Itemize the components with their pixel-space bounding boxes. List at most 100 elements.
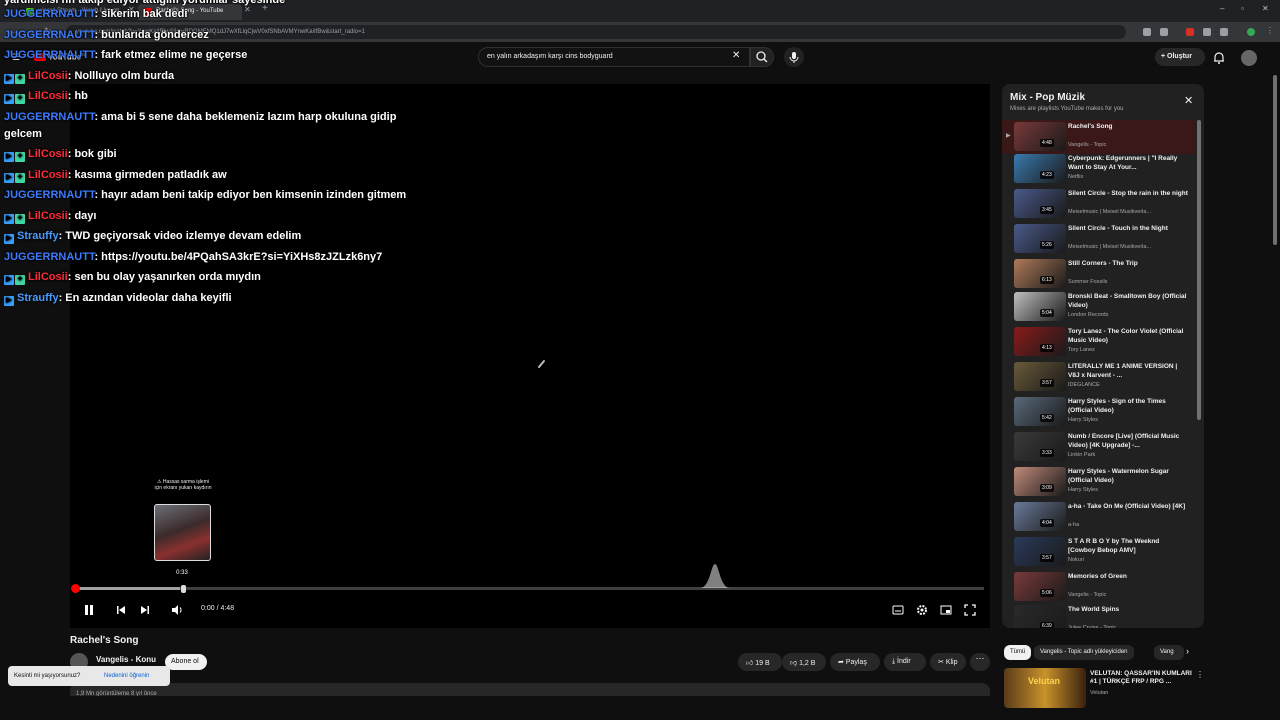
playlist-item[interactable]: 3:57 LITERALLY ME 1 ANIME VERSION | V8J x… [1002, 360, 1196, 394]
bookmark-star-icon[interactable] [1160, 28, 1168, 36]
download-button[interactable]: ⤓ İndir [884, 653, 926, 671]
toast-learn-link[interactable]: Nedenini öğrenin [104, 673, 149, 679]
playlist-index: ▶ [1006, 133, 1011, 139]
playlist-item-title[interactable]: LITERALLY ME 1 ANIME VERSION | V8J x Nar… [1068, 362, 1188, 380]
playlist-item-title[interactable]: Rachel's Song [1068, 122, 1188, 131]
playlist-item[interactable]: 5:06 Memories of Green Vangelis - Topic [1002, 570, 1196, 604]
recommended-title[interactable]: VELUTAN: QASSAR'IN KUMLARI #1 | TÜRKÇE F… [1090, 670, 1194, 686]
subscriber-badge-icon: ▶ [4, 94, 14, 104]
playlist-item-title[interactable]: Silent Circle - Stop the rain in the nig… [1068, 189, 1188, 198]
chat-username[interactable]: JUGGERRNAUTT [4, 49, 94, 61]
chip-next-chevron-icon[interactable]: › [1186, 646, 1189, 656]
playlist-item-title[interactable]: Cyberpunk: Edgerunners | "I Really Want … [1068, 154, 1188, 172]
playlist-item[interactable]: 6:13 Still Corners - The Trip Summer Fossi… [1002, 257, 1196, 291]
chat-username[interactable]: LilCosii [28, 169, 68, 181]
progress-bar[interactable] [76, 587, 984, 590]
chat-username[interactable]: JUGGERRNAUTT [4, 8, 94, 20]
gifter-badge-icon: ✦ [15, 94, 25, 104]
close-window-icon[interactable]: ✕ [1262, 4, 1269, 13]
search-button[interactable] [750, 47, 774, 67]
profile-icon[interactable] [1247, 28, 1255, 36]
playlist-item[interactable]: 3:57 S T A R B O Y by The Weeknd [Cowboy … [1002, 535, 1196, 569]
playlist-item-title[interactable]: Harry Styles - Sign of the Times (Offici… [1068, 397, 1188, 415]
playlist-item-title[interactable]: Memories of Green [1068, 572, 1188, 581]
chat-username[interactable]: JUGGERRNAUTT [4, 251, 94, 263]
extension-icon[interactable] [1186, 28, 1194, 36]
playlist-item-channel: Meiselmusic | Meisel Musikverla... [1068, 244, 1152, 250]
filter-chip[interactable]: Vangelis - Topic adlı yükleyiciden [1034, 645, 1134, 660]
chat-username[interactable]: JUGGERRNAUTT [4, 189, 94, 201]
minimize-icon[interactable]: – [1220, 4, 1224, 13]
extensions-puzzle-icon[interactable] [1220, 28, 1228, 36]
next-track-icon[interactable] [139, 603, 151, 617]
cast-icon[interactable] [1143, 28, 1151, 36]
recommended-thumbnail[interactable]: Velutan [1004, 668, 1086, 708]
settings-gear-icon[interactable] [915, 603, 929, 617]
playlist-item[interactable]: 3:45 Silent Circle - Stop the rain in the… [1002, 187, 1196, 221]
playlist-scrollbar[interactable] [1197, 120, 1201, 420]
playlist-item[interactable]: ▶ 4:48 Rachel's Song Vangelis - Topic [1002, 120, 1196, 154]
chat-username[interactable]: LilCosii [28, 210, 68, 222]
playlist-item[interactable]: 5:04 Bronski Beat - Smalltown Boy (Offici… [1002, 290, 1196, 324]
subtitles-icon[interactable] [891, 603, 905, 617]
maximize-icon[interactable]: ▫ [1241, 4, 1244, 13]
playlist-close-button[interactable]: ✕ [1184, 94, 1193, 107]
chat-username[interactable]: JUGGERRNAUTT [4, 111, 94, 123]
more-actions-button[interactable]: ⋯ [970, 653, 990, 671]
clip-button[interactable]: ✂ Klip [930, 653, 966, 671]
subscribe-button[interactable]: Abone ol [165, 654, 207, 670]
playlist-item[interactable]: 4:04 a-ha - Take On Me (Official Video) [… [1002, 500, 1196, 534]
dislike-button[interactable]: 👎︎ 1,2 B [782, 653, 826, 671]
chat-username[interactable]: LilCosii [28, 70, 68, 82]
filter-chip[interactable]: Tümü [1004, 645, 1032, 660]
chat-username[interactable]: LilCosii [28, 90, 68, 102]
chat-username[interactable]: Strauffy [17, 230, 59, 242]
playlist-item[interactable]: 3:33 Numb / Encore [Live] (Official Music… [1002, 430, 1196, 464]
playlist-item[interactable]: 4:23 Cyberpunk: Edgerunners | "I Really W… [1002, 152, 1196, 186]
share-button[interactable]: ➦ Paylaş [830, 653, 880, 671]
playlist-item-title[interactable]: Silent Circle - Touch in the Night [1068, 224, 1188, 233]
recommended-channel[interactable]: Velutan [1090, 690, 1108, 696]
playlist-item-title[interactable]: Tory Lanez - The Color Violet (Official … [1068, 327, 1188, 345]
search-input[interactable]: en yalın arkadaşım karşı cins bodyguard [478, 47, 750, 67]
playlist-item[interactable]: 5:26 Silent Circle - Touch in the Night Me… [1002, 222, 1196, 256]
chat-username[interactable]: LilCosii [28, 148, 68, 160]
playlist-item-title[interactable]: Harry Styles - Watermelon Sugar (Officia… [1068, 467, 1188, 485]
channel-name[interactable]: Vangelis - Konu [96, 655, 156, 664]
playlist-item-title[interactable]: The World Spins [1068, 605, 1188, 614]
playlist-item-title[interactable]: Numb / Encore [Live] (Official Music Vid… [1068, 432, 1188, 450]
chat-username[interactable]: LilCosii [28, 271, 68, 283]
playlist-item[interactable]: 6:39 The World Spins Julee Cruise - Topic [1002, 603, 1196, 628]
playlist-item-title[interactable]: Still Corners - The Trip [1068, 259, 1188, 268]
chat-username[interactable]: JUGGERRNAUTT [4, 29, 94, 41]
url-field[interactable]: youtube.com/watch?v=YnwKaiIfBw&list=RDGM… [66, 25, 1126, 39]
chat-username[interactable]: Strauffy [17, 292, 59, 304]
playlist-item[interactable]: 5:42 Harry Styles - Sign of the Times (Of… [1002, 395, 1196, 429]
recommended-more-icon[interactable]: ⋮ [1196, 670, 1204, 679]
search-clear-button[interactable]: ✕ [732, 50, 740, 61]
progress-scrubber-handle[interactable] [71, 584, 80, 593]
like-button[interactable]: 👍︎ 19 B [738, 653, 782, 671]
playlist-item-title[interactable]: a-ha - Take On Me (Official Video) [4K] [1068, 502, 1188, 511]
playlist-item[interactable]: 3:09 Harry Styles - Watermelon Sugar (Off… [1002, 465, 1196, 499]
extension-icon[interactable] [1203, 28, 1211, 36]
fullscreen-icon[interactable] [963, 603, 977, 617]
miniplayer-icon[interactable] [939, 603, 953, 617]
create-button[interactable]: + Oluştur [1155, 48, 1205, 66]
volume-icon[interactable] [170, 603, 184, 617]
playlist-item-title[interactable]: Bronski Beat - Smalltown Boy (Official V… [1068, 292, 1188, 310]
chat-message: JUGGERRNAUTT: https://youtu.be/4PQahSA3k… [4, 251, 382, 263]
menu-dots-icon[interactable]: ⋮ [1266, 26, 1274, 35]
pause-icon[interactable] [82, 603, 96, 617]
filter-chip[interactable]: Vang [1154, 645, 1184, 660]
playlist-item[interactable]: 4:13 Tory Lanez - The Color Violet (Offic… [1002, 325, 1196, 359]
notification-bell-icon[interactable] [1212, 51, 1226, 65]
playlist-item-title[interactable]: S T A R B O Y by The Weeknd [Cowboy Bebo… [1068, 537, 1188, 555]
account-avatar[interactable] [1241, 50, 1257, 66]
scrub-tooltip: ⚠ Hassas sarma işlemi için ekranı yukarı… [154, 479, 212, 491]
subscriber-badge-icon: ▶ [4, 74, 14, 84]
previous-track-icon[interactable] [115, 603, 127, 617]
page-scrollbar[interactable] [1273, 75, 1277, 245]
close-tab-icon[interactable]: ✕ [244, 5, 251, 14]
voice-search-button[interactable] [784, 47, 804, 67]
